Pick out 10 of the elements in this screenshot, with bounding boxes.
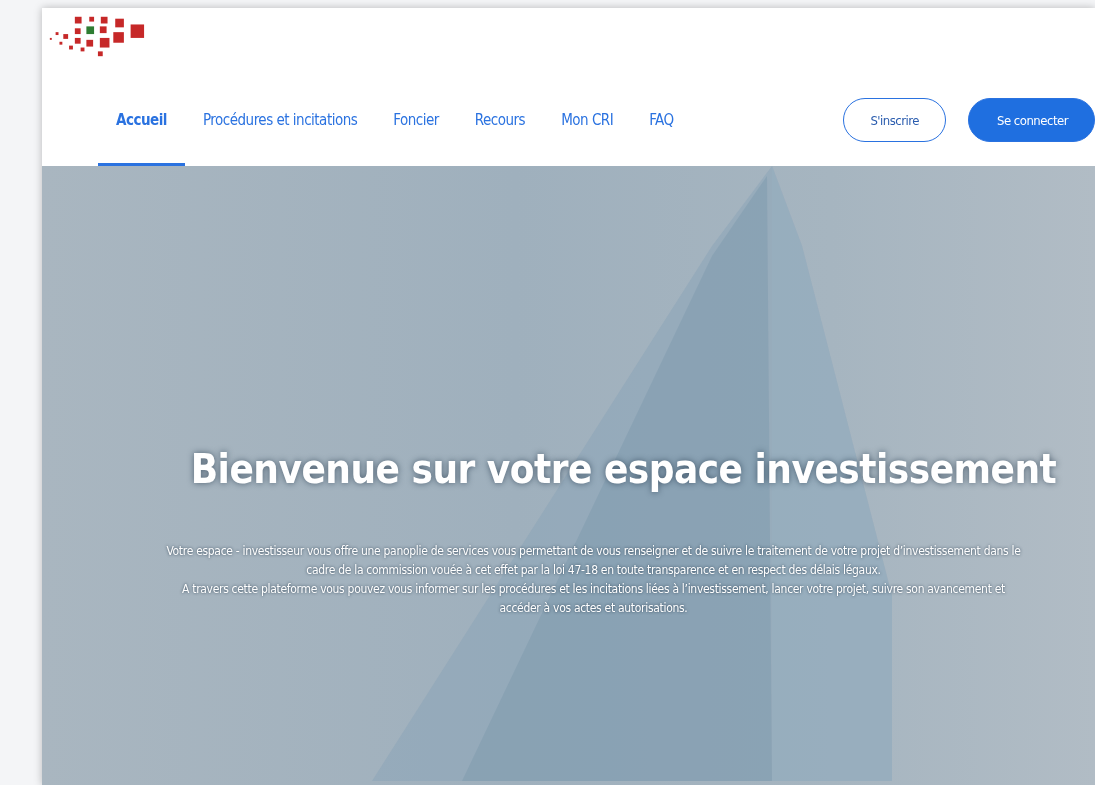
- hero-title: Bienvenue sur votre espace investissement: [190, 446, 1057, 492]
- login-button[interactable]: Se connecter: [968, 98, 1095, 142]
- hero-description: A travers cette plateforme vous pouvez vous informer sur les procédures et les incitations liées à l’investissement, lancer votre projet, suivre son avancement et accéder à vos actes et autorisations.: [181, 581, 1006, 617]
- nav-tab[interactable]: Foncier: [375, 74, 457, 166]
- signup-button[interactable]: S'inscrire: [843, 98, 947, 142]
- hero-description: Votre espace - investisseur vous offre une panoplie de services vous permettant de vous renseigner et de suivre le traitement de votre projet d’investissement dans le cadre de la commission vouée à cet effet par la loi 47-18 en toute transparence et en respect des délais légaux.: [165, 543, 1022, 579]
- nav-tab[interactable]: Procédures et incitations: [184, 74, 376, 166]
- nav-tab[interactable]: FAQ: [631, 74, 692, 166]
- nav-tab[interactable]: Mon CRI: [543, 74, 632, 166]
- nav-tab[interactable]: Recours: [456, 74, 544, 166]
